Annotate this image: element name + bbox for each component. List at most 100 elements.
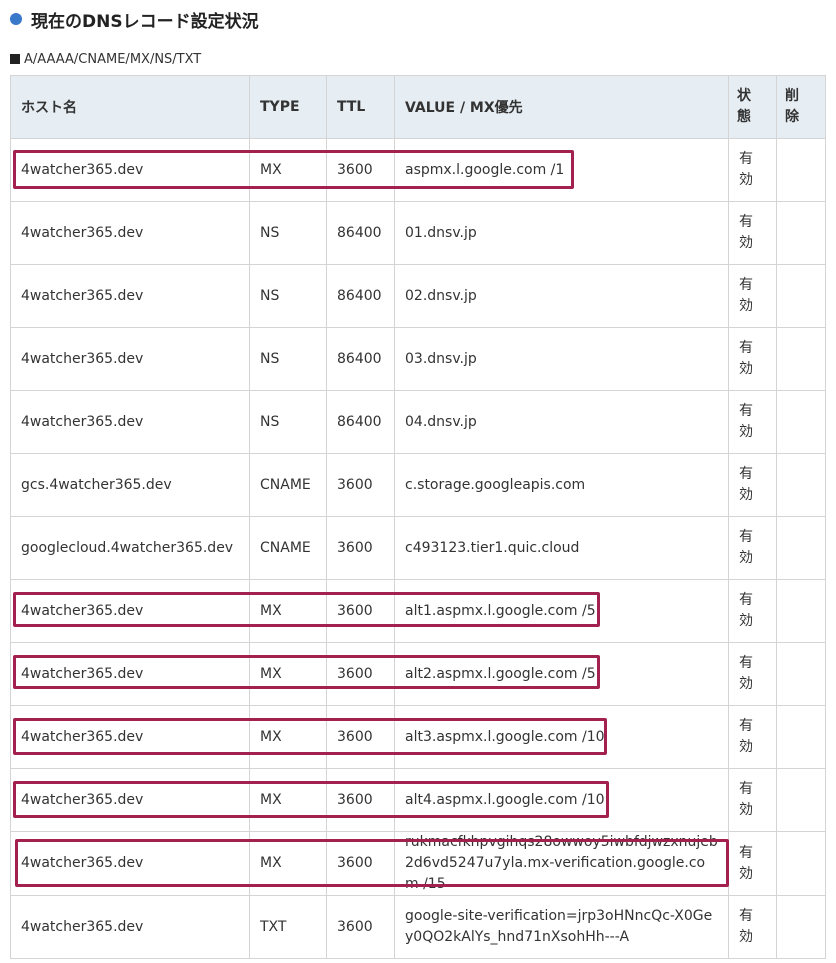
cell-ttl-text: 3600 [337,791,373,808]
cell-type: MX [249,768,327,832]
cell-host: 4watcher365.dev [10,642,250,706]
cell-type-text: NS [260,413,280,430]
header-delete-text: 削除 [785,88,799,125]
cell-host-text: 4watcher365.dev [21,350,144,367]
record-types-text: A/AAAA/CNAME/MX/NS/TXT [24,51,202,67]
cell-host: 4watcher365.dev [10,768,250,832]
cell-host: gcs.4watcher365.dev [10,453,250,517]
table-header-row: ホスト名 TYPE TTL VALUE / MX優先 状態 削除 [10,75,826,139]
cell-status: 有効 [728,768,777,832]
header-status-text: 状態 [737,88,751,125]
cell-host-text: 4watcher365.dev [21,918,144,935]
cell-status-text: 有効 [739,844,753,882]
cell-delete[interactable] [776,705,826,769]
cell-status: 有効 [728,264,777,328]
cell-status: 有効 [728,453,777,517]
cell-type: CNAME [249,453,327,517]
header-host: ホスト名 [10,75,250,139]
cell-delete[interactable] [776,579,826,643]
cell-ttl: 3600 [326,705,395,769]
cell-delete[interactable] [776,201,826,265]
cell-ttl: 86400 [326,327,395,391]
cell-host-text: 4watcher365.dev [21,791,144,808]
cell-status-text: 有効 [739,277,753,314]
cell-delete[interactable] [776,327,826,391]
cell-host-text: gcs.4watcher365.dev [21,476,172,493]
bullet-dot-icon [10,13,22,25]
cell-ttl-text: 3600 [337,161,373,178]
cell-type: MX [249,579,327,643]
table-row: 4watcher365.dev MX 3600 aspmx.l.google.com … [10,138,826,202]
cell-status: 有効 [728,705,777,769]
cell-status-text: 有効 [739,529,753,566]
table-row: 4watcher365.dev TXT 3600 google-site-verifi… [10,895,826,959]
cell-type-text: MX [260,855,282,871]
cell-host: 4watcher365.dev [10,264,250,328]
cell-host: googlecloud.4watcher365.dev [10,516,250,580]
cell-value-text: alt3.aspmx.l.google.com /10 [405,728,605,745]
cell-delete[interactable] [776,138,826,202]
cell-ttl: 86400 [326,390,395,454]
cell-ttl-text: 3600 [337,918,373,935]
cell-delete[interactable] [776,768,826,832]
header-value: VALUE / MX優先 [394,75,729,139]
cell-host-text: 4watcher365.dev [21,855,144,871]
cell-type-text: MX [260,665,282,682]
header-delete: 削除 [776,75,826,139]
cell-delete[interactable] [776,831,826,896]
cell-host: 4watcher365.dev [10,390,250,454]
record-types-label: A/AAAA/CNAME/MX/NS/TXT [10,50,201,68]
cell-type-text: NS [260,287,280,304]
table-row: 4watcher365.dev NS 86400 02.dnsv.jp 有効 [10,264,826,328]
cell-value-text: c.storage.googleapis.com [405,476,586,493]
cell-ttl: 3600 [326,642,395,706]
cell-status: 有効 [728,516,777,580]
cell-value-text: 03.dnsv.jp [405,350,477,367]
cell-host: 4watcher365.dev [10,705,250,769]
cell-type-text: MX [260,728,282,745]
header-ttl: TTL [326,75,395,139]
cell-status-text: 有効 [739,592,753,629]
cell-type: TXT [249,895,327,959]
cell-type: CNAME [249,516,327,580]
cell-status-text: 有効 [739,403,753,440]
cell-ttl-text: 3600 [337,602,373,619]
cell-value-text: c493123.tier1.quic.cloud [405,539,580,556]
cell-host-text: 4watcher365.dev [21,161,144,178]
table-row: 4watcher365.dev NS 86400 03.dnsv.jp 有効 [10,327,826,391]
cell-delete[interactable] [776,264,826,328]
cell-value: rukmacfkhpvgihqs28owwoy5iwbfdjwzxnujeb2d… [394,831,729,896]
cell-value-text: 02.dnsv.jp [405,287,477,304]
cell-delete[interactable] [776,390,826,454]
cell-type: MX [249,642,327,706]
cell-value-text: aspmx.l.google.com /1 [405,161,565,178]
cell-delete[interactable] [776,453,826,517]
cell-type-text: MX [260,791,282,808]
cell-delete[interactable] [776,516,826,580]
cell-ttl: 86400 [326,201,395,265]
cell-ttl: 3600 [326,579,395,643]
cell-ttl-text: 86400 [337,413,382,430]
cell-host: 4watcher365.dev [10,831,250,896]
cell-delete[interactable] [776,642,826,706]
cell-ttl-text: 3600 [337,539,373,556]
cell-ttl: 3600 [326,138,395,202]
table-row: 4watcher365.dev MX 3600 alt4.aspmx.l.google… [10,768,826,832]
cell-value: 02.dnsv.jp [394,264,729,328]
cell-status-text: 有効 [739,655,753,692]
cell-ttl: 3600 [326,895,395,959]
cell-type: NS [249,264,327,328]
cell-status-text: 有効 [739,908,753,945]
cell-delete[interactable] [776,895,826,959]
table-row: 4watcher365.dev NS 86400 04.dnsv.jp 有効 [10,390,826,454]
cell-type-text: MX [260,602,282,619]
cell-host-text: 4watcher365.dev [21,728,144,745]
cell-type: NS [249,327,327,391]
square-bullet-icon [10,54,20,64]
cell-status: 有効 [728,579,777,643]
cell-host: 4watcher365.dev [10,327,250,391]
cell-value-text: alt4.aspmx.l.google.com /10 [405,791,605,808]
cell-value-text: alt2.aspmx.l.google.com /5 [405,665,596,682]
table-row: 4watcher365.dev MX 3600 alt2.aspmx.l.google… [10,642,826,706]
cell-type: MX [249,705,327,769]
